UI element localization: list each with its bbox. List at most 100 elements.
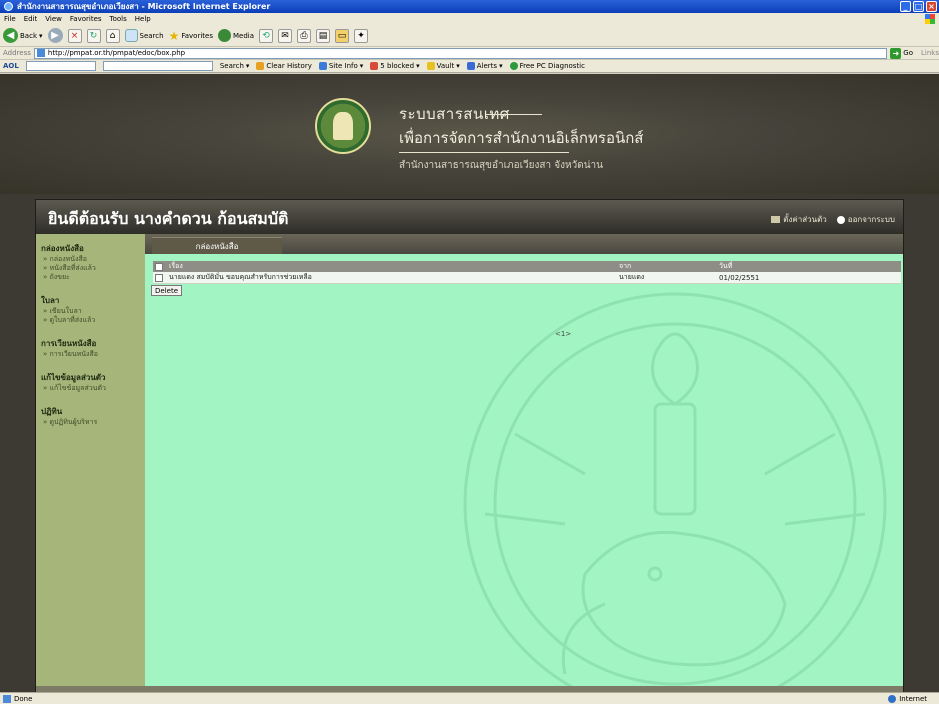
sidebar-heading-circulation: การเวียนหนังสือ xyxy=(41,339,97,348)
sidebar-item-trash[interactable]: » ถังขยะ xyxy=(43,273,145,282)
alerts-button[interactable]: Alerts ▾ xyxy=(466,62,503,70)
sidebar-item-sent-leave[interactable]: » ดูใบลาที่ส่งแล้ว xyxy=(43,316,145,325)
cell-from: นายแดง xyxy=(617,272,717,284)
print-button[interactable]: ⎙ xyxy=(297,28,311,43)
forward-button[interactable]: ▶ xyxy=(47,28,63,43)
sidebar-item-label: ถังขยะ xyxy=(49,273,70,281)
sidebar-heading-mailbox: กล่องหนังสือ xyxy=(41,244,84,253)
banner-title-line2: เพื่อการจัดการสำนักงานอิเล็กทรอนิกส์ xyxy=(399,129,644,147)
settings-link-label: ตั้งค่าส่วนตัว xyxy=(783,215,827,224)
tab-mailbox[interactable]: กล่องหนังสือ xyxy=(152,237,282,254)
favorites-label: Favorites xyxy=(181,31,213,40)
table-row[interactable]: นายแดง สมบัติมั่น ขอบคุณสำหรับการช่วยเหล… xyxy=(153,272,901,284)
banner-divider-long xyxy=(399,152,569,153)
back-button[interactable]: ◀ Back ▾ xyxy=(3,28,43,43)
mail-button[interactable]: ✉ xyxy=(278,28,292,43)
menu-file[interactable]: File xyxy=(4,15,16,23)
links-button[interactable]: Links xyxy=(921,49,939,57)
diagnostic-label: Free PC Diagnostic xyxy=(519,62,585,70)
pagination[interactable]: <1> xyxy=(555,330,571,338)
select-all-checkbox[interactable] xyxy=(155,262,163,271)
address-label: Address xyxy=(3,49,31,57)
column-date[interactable]: วันที่ xyxy=(717,261,901,272)
popup-blocker-icon xyxy=(370,62,379,70)
sidebar: กล่องหนังสือ » กล่องหนังสือ » หนังสือที่… xyxy=(36,234,145,686)
content-panel: ยินดีต้อนรับ นางคำดวน ก้อนสมบัติ ตั้งค่า… xyxy=(35,199,904,692)
menu-help[interactable]: Help xyxy=(135,15,151,23)
diagnostic-button[interactable]: Free PC Diagnostic xyxy=(509,62,585,70)
aol-logo: AOL xyxy=(3,62,19,70)
browser-toolbar: ◀ Back ▾ ▶ × ↻ ⌂ Search ★ Favorites Medi… xyxy=(0,25,939,47)
site-info-button[interactable]: Site Info ▾ xyxy=(318,62,363,70)
sidebar-item-inbox[interactable]: » กล่องหนังสือ xyxy=(43,255,145,264)
clear-history-button[interactable]: Clear History xyxy=(256,62,312,70)
row-checkbox[interactable] xyxy=(155,273,163,282)
minimize-button[interactable]: _ xyxy=(900,1,911,12)
globe-icon xyxy=(888,695,897,703)
aol-search-button[interactable]: Search ▾ xyxy=(220,62,250,70)
column-subject[interactable]: เรื่อง xyxy=(167,261,617,272)
vault-button[interactable]: Vault ▾ xyxy=(426,62,460,70)
delete-button[interactable]: Delete xyxy=(151,285,182,296)
sidebar-item-label: แก้ไขข้อมูลส่วนตัว xyxy=(49,384,106,392)
address-input[interactable]: http://pmpat.or.th/pmpat/edoc/box.php xyxy=(33,47,888,59)
menu-tools[interactable]: Tools xyxy=(110,15,127,23)
sidebar-item-sent[interactable]: » หนังสือที่ส่งแล้ว xyxy=(43,264,145,273)
sidebar-item-label: กล่องหนังสือ xyxy=(49,255,87,263)
back-arrow-icon: ◀ xyxy=(3,28,18,43)
home-button[interactable]: ⌂ xyxy=(105,28,120,43)
folder-button[interactable]: ▭ xyxy=(335,28,349,43)
settings-link[interactable]: ตั้งค่าส่วนตัว xyxy=(771,213,827,226)
sidebar-item-label: เขียนใบลา xyxy=(49,307,82,315)
aol-search-label: Search xyxy=(219,62,244,70)
status-bar: Done Internet xyxy=(0,692,939,704)
history-button[interactable]: ⟲ xyxy=(259,28,273,43)
sidebar-item-edit-profile[interactable]: » แก้ไขข้อมูลส่วนตัว xyxy=(43,384,145,393)
vault-icon xyxy=(426,62,435,70)
sidebar-item-calendar[interactable]: » ดูปฏิทินผู้บริหาร xyxy=(43,418,145,427)
favorites-button[interactable]: ★ Favorites xyxy=(169,29,213,43)
menu-view[interactable]: View xyxy=(45,15,62,23)
search-button[interactable]: Search xyxy=(124,29,164,42)
messenger-button[interactable]: ✦ xyxy=(354,28,368,43)
window-titlebar: สำนักงานสาธารณสุขอำเภอเวียงสา - Microsof… xyxy=(0,0,939,13)
banner-divider-short xyxy=(486,114,542,115)
window-controls: _ □ × xyxy=(900,1,937,12)
watermark-emblem xyxy=(463,292,887,686)
welcome-bar: ยินดีต้อนรับ นางคำดวน ก้อนสมบัติ ตั้งค่า… xyxy=(36,200,903,234)
vault-label: Vault xyxy=(436,62,455,70)
maximize-button[interactable]: □ xyxy=(913,1,924,12)
menu-edit[interactable]: Edit xyxy=(24,15,38,23)
back-label: Back xyxy=(20,31,37,40)
sidebar-heading-calendar: ปฏิทิน xyxy=(41,407,63,416)
site-info-icon xyxy=(318,62,327,70)
aol-toolbar: AOL Search ▾ Clear History Site Info ▾ 5… xyxy=(0,60,939,73)
settings-icon xyxy=(771,216,781,223)
stop-button[interactable]: × xyxy=(67,28,82,43)
go-arrow-icon: ➜ xyxy=(890,47,902,59)
sidebar-item-circulation[interactable]: » การเวียนหนังสือ xyxy=(43,350,145,359)
main-panel: กล่องหนังสือ เรื่อง จาก วันที่ นายแดง สม… xyxy=(145,234,903,686)
refresh-button[interactable]: ↻ xyxy=(86,28,101,43)
popup-blocked-button[interactable]: 5 blocked ▾ xyxy=(370,62,420,70)
message-table: เรื่อง จาก วันที่ นายแดง สมบัติมั่น ขอบค… xyxy=(153,261,901,284)
aol-search-input[interactable] xyxy=(102,61,213,71)
page-icon xyxy=(36,49,45,57)
column-from[interactable]: จาก xyxy=(617,261,717,272)
edit-button[interactable]: ▤ xyxy=(316,28,330,43)
logout-link[interactable]: ออกจากระบบ xyxy=(836,213,895,226)
go-label: Go xyxy=(903,49,914,57)
media-button[interactable]: Media xyxy=(217,29,254,42)
sidebar-item-write-leave[interactable]: » เขียนใบลา xyxy=(43,307,145,316)
address-url: http://pmpat.or.th/pmpat/edoc/box.php xyxy=(47,49,186,57)
site-banner: ระบบสารสนเทศ เพื่อการจัดการสำนักงานอิเล็… xyxy=(0,74,939,194)
site-info-label: Site Info xyxy=(328,62,358,70)
close-button[interactable]: × xyxy=(926,1,937,12)
star-icon: ★ xyxy=(168,28,180,43)
go-button[interactable]: ➜ Go xyxy=(890,47,914,59)
alerts-icon xyxy=(466,62,475,70)
cell-subject[interactable]: นายแดง สมบัติมั่น ขอบคุณสำหรับการช่วยเหล… xyxy=(167,272,617,284)
windows-logo-icon xyxy=(925,14,935,24)
aol-dropdown[interactable] xyxy=(25,61,96,71)
menu-favorites[interactable]: Favorites xyxy=(70,15,102,23)
